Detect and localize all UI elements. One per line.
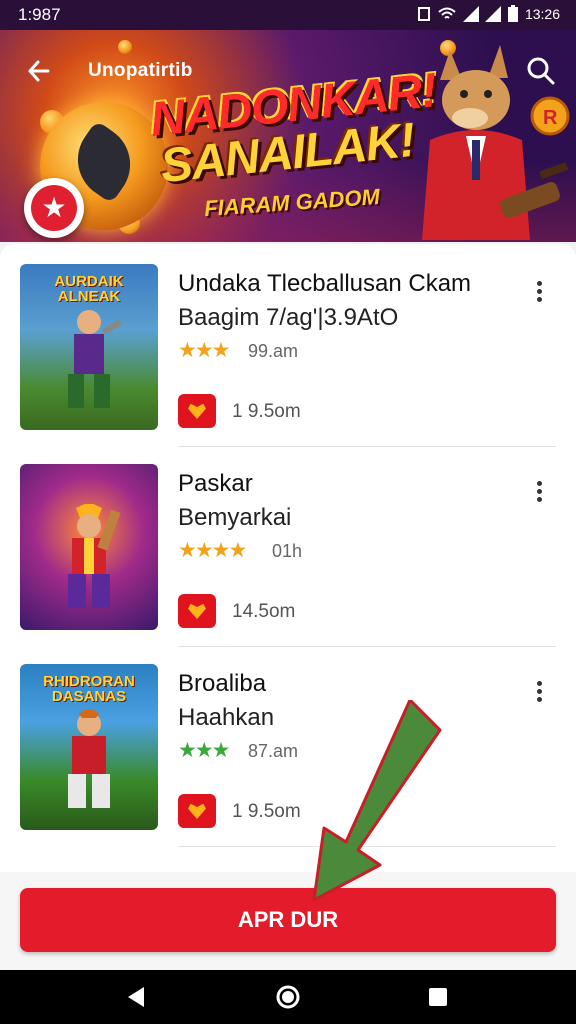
- app-title: Undaka Tlecballusan Ckam: [178, 270, 472, 297]
- list-item[interactable]: Paskar Bemyarkai ★★★★ 01h 14.5om: [0, 460, 576, 660]
- thumbnail-caption: AURDAIK ALNEAK: [54, 273, 124, 305]
- list-item[interactable]: AURDAIK ALNEAK Undaka Tlecballusan Ckam …: [0, 260, 576, 460]
- star-badge-icon[interactable]: ★: [24, 178, 84, 238]
- app-size: 14.5om: [232, 601, 296, 622]
- hero-banner: ★ Unopatirtib NADONKAR! SANAILAK! FIARAM…: [0, 30, 576, 242]
- divider: [178, 446, 556, 447]
- divider: [178, 646, 556, 647]
- app-badge-icon: [178, 594, 216, 628]
- status-time: 1:987: [18, 5, 61, 24]
- pointer-arrow-icon: [312, 700, 442, 902]
- thumbnail-caption: RHIDRORAN DASANAS: [43, 673, 135, 705]
- hero-figure-icon: [68, 709, 110, 808]
- more-options-button[interactable]: [530, 478, 548, 514]
- app-thumbnail[interactable]: [20, 464, 158, 630]
- app-thumbnail[interactable]: AURDAIK ALNEAK: [20, 264, 158, 430]
- header-title: Unopatirtib: [88, 60, 193, 81]
- more-options-button[interactable]: [530, 678, 548, 714]
- app-title: Broaliba: [178, 670, 267, 697]
- mascot-illustration: R: [422, 45, 570, 240]
- app-thumbnail[interactable]: RHIDRORAN DASANAS: [20, 664, 158, 830]
- signal-icon: [462, 6, 479, 22]
- primary-action-button[interactable]: APR DUR: [20, 888, 556, 952]
- app-size: 1 9.5om: [232, 801, 301, 822]
- notification-icon: [417, 7, 430, 21]
- hero-figure-icon: [68, 310, 123, 408]
- system-nav-bar: [0, 970, 576, 1024]
- more-options-button[interactable]: [530, 278, 548, 314]
- app-subtitle: Haahkan: [178, 704, 275, 731]
- svg-text:R: R: [543, 107, 558, 129]
- rating-stars: ★★★: [178, 339, 231, 362]
- rating-text: 99.am: [248, 341, 299, 361]
- app-subtitle: Baagim 7/ag'|3.9AtO: [178, 304, 399, 331]
- rating-text: 01h: [272, 541, 303, 561]
- app-list: AURDAIK ALNEAK Undaka Tlecballusan Ckam …: [0, 244, 576, 884]
- list-item[interactable]: RHIDRORAN DASANAS Broaliba Haahkan ★★★ 8…: [0, 660, 576, 860]
- app-subtitle: Bemyarkai: [178, 504, 292, 531]
- wifi-icon: [438, 7, 456, 19]
- battery-icon: [507, 5, 518, 22]
- triangle-back-icon[interactable]: [122, 983, 150, 1011]
- status-clock: 13:26: [524, 6, 560, 22]
- circle-home-icon[interactable]: [274, 983, 302, 1011]
- status-icons: 13:26: [417, 5, 560, 23]
- rating-stars: ★★★★: [178, 539, 247, 562]
- signal-icon: [484, 6, 501, 22]
- hero-figure-icon: [68, 504, 121, 608]
- app-badge-icon: [178, 394, 216, 428]
- back-button[interactable]: [20, 52, 58, 90]
- arrow-left-icon: [28, 60, 50, 82]
- app-size: 1 9.5om: [232, 401, 301, 422]
- rating-text: 87.am: [248, 741, 299, 761]
- app-badge-icon: [178, 794, 216, 828]
- app-title: Paskar: [178, 470, 253, 497]
- square-recents-icon[interactable]: [424, 983, 452, 1011]
- coin-icon: [118, 40, 132, 54]
- status-bar: 1:987 13:26: [0, 0, 576, 30]
- rating-stars: ★★★: [178, 739, 231, 762]
